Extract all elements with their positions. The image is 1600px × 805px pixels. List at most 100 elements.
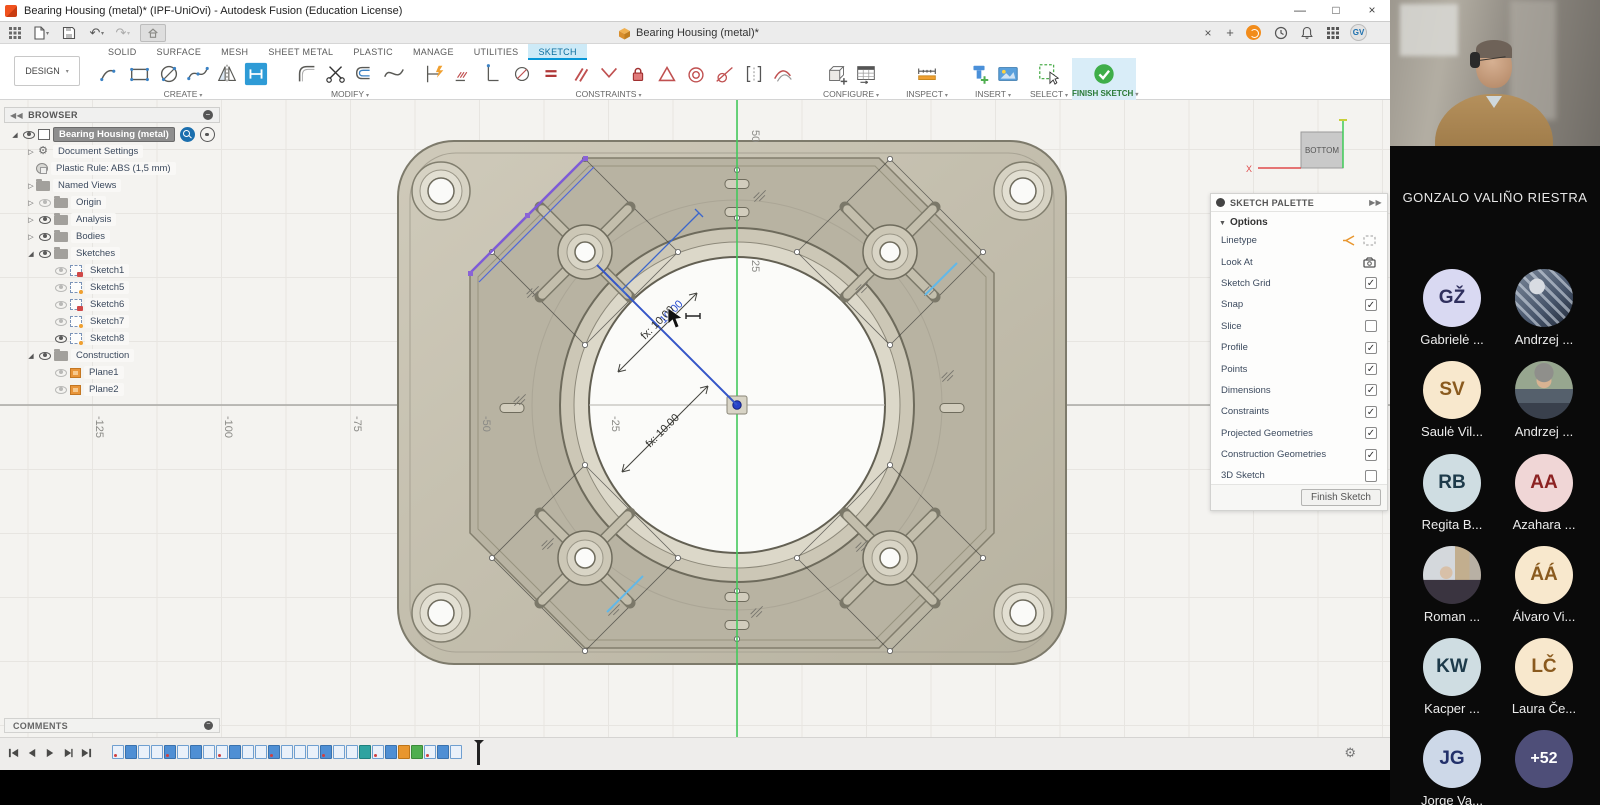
browser-item-analysis[interactable]: ▷Analysis [4,211,220,228]
visibility-eye-icon[interactable] [39,250,51,258]
visibility-eye-icon[interactable] [39,352,51,360]
job-status-icon[interactable] [1246,25,1261,40]
recent-activity-icon[interactable] [1272,24,1290,42]
tree-expander-icon[interactable]: ▷ [26,148,36,156]
participant-tile-11[interactable]: +52 [1498,730,1590,788]
participant-tile-9[interactable]: LČLaura Če... [1498,638,1590,716]
sketch-palette-header[interactable]: SKETCH PALETTE ▶▶ [1211,194,1387,212]
visibility-eye-icon[interactable] [39,216,51,224]
tree-expander-icon[interactable]: ▷ [26,216,36,224]
group-label-constraints[interactable]: CONSTRAINTS▾ [420,89,797,99]
visibility-eye-off-icon[interactable] [55,301,67,309]
timeline-feature-16[interactable] [320,745,332,759]
component-search-icon[interactable] [180,127,195,142]
home-view-button[interactable] [140,24,166,42]
save-icon[interactable] [60,24,78,42]
browser-item-bodies[interactable]: ▷Bodies [4,228,220,245]
modify-tool-icon-0[interactable] [292,60,321,88]
group-label-inspect[interactable]: INSPECT▾ [898,89,956,99]
linetype-box-icon[interactable] [1362,234,1377,247]
browser-item-construction[interactable]: ◢Construction [4,347,220,364]
browser-item-sketch6[interactable]: Sketch6 [4,296,220,313]
browser-item-bearing-housing-metal-[interactable]: ◢Bearing Housing (metal) [4,126,220,143]
linetype-arrow-icon[interactable] [1341,234,1356,247]
tree-expander-icon[interactable]: ▷ [26,182,36,190]
timeline-feature-22[interactable] [398,745,410,759]
participant-tile-0[interactable]: GŽGabrielė ... [1406,269,1498,347]
tab-close-icon[interactable]: × [1200,24,1216,42]
ribbon-tab-plastic[interactable]: PLASTIC [343,44,403,60]
comments-minimize-icon[interactable]: − [204,721,213,730]
participant-tile-4[interactable]: RBRegita B... [1406,454,1498,532]
visibility-eye-icon[interactable] [23,131,35,139]
timeline-feature-20[interactable] [372,745,384,759]
insert-tool-icon-1[interactable] [993,60,1022,88]
constraints-tool-icon-10[interactable] [710,60,739,88]
timeline-settings-gear-icon[interactable]: ⚙ [1344,745,1356,761]
constraints-tool-icon-0[interactable] [420,60,449,88]
browser-item-plane2[interactable]: Plane2 [4,381,220,398]
design-workspace-selector[interactable]: DESIGN▾ [14,56,80,86]
browser-item-sketch5[interactable]: Sketch5 [4,279,220,296]
constraints-tool-icon-6[interactable] [594,60,623,88]
timeline-feature-11[interactable] [255,745,267,759]
group-label-create[interactable]: CREATE▾ [96,89,270,99]
browser-item-sketch8[interactable]: Sketch8 [4,330,220,347]
checkbox-checked[interactable]: ✓ [1365,299,1377,311]
timeline-feature-8[interactable] [216,745,228,759]
constraints-tool-icon-12[interactable] [768,60,797,88]
tree-expander-icon[interactable]: ◢ [26,250,36,258]
visibility-eye-off-icon[interactable] [55,267,67,275]
checkbox-unchecked[interactable] [1365,470,1377,482]
play-icon[interactable] [44,746,56,764]
browser-item-sketch1[interactable]: Sketch1 [4,262,220,279]
user-avatar[interactable]: GV [1350,24,1367,41]
maximize-button[interactable]: □ [1318,0,1354,22]
participant-tile-10[interactable]: JGJorge Va... [1406,730,1498,805]
participant-tile-6[interactable]: Roman ... [1406,546,1498,624]
timeline-feature-14[interactable] [294,745,306,759]
create-tool-icon-5[interactable] [241,60,270,88]
browser-item-sketches[interactable]: ◢Sketches [4,245,220,262]
ribbon-tab-solid[interactable]: SOLID [98,44,147,60]
timeline-feature-9[interactable] [229,745,241,759]
finish-sketch-footer-button[interactable]: Finish Sketch [1301,489,1381,506]
participant-tile-8[interactable]: KWKacper ... [1406,638,1498,716]
ribbon-tab-manage[interactable]: MANAGE [403,44,464,60]
timeline-feature-2[interactable] [138,745,150,759]
browser-item-document-settings[interactable]: ▷⚙Document Settings [4,143,220,160]
finish-sketch-button[interactable]: FINISH SKETCH▾ [1072,58,1136,100]
constraints-tool-icon-3[interactable] [507,60,536,88]
checkbox-checked[interactable]: ✓ [1365,363,1377,375]
timeline-feature-25[interactable] [437,745,449,759]
timeline-feature-6[interactable] [190,745,202,759]
constraints-tool-icon-2[interactable] [478,60,507,88]
checkbox-checked[interactable]: ✓ [1365,427,1377,439]
timeline-feature-1[interactable] [125,745,137,759]
finish-tool-icon-0[interactable] [1090,60,1119,88]
browser-item-named-views[interactable]: ▷Named Views [4,177,220,194]
skip-start-icon[interactable] [8,746,20,764]
participant-tile-2[interactable]: SVSaulė Vil... [1406,361,1498,439]
create-tool-icon-1[interactable] [125,60,154,88]
tree-expander-icon[interactable]: ▷ [26,199,36,207]
timeline-feature-21[interactable] [385,745,397,759]
collapse-panel-icon[interactable]: ◀◀ [10,111,23,120]
modify-tool-icon-3[interactable] [379,60,408,88]
timeline-feature-12[interactable] [268,745,280,759]
browser-item-plastic-rule-abs-1-5-mm-[interactable]: Plastic Rule: ABS (1,5 mm) [4,160,220,177]
tree-expander-icon[interactable]: ◢ [26,352,36,360]
timeline-feature-26[interactable] [450,745,462,759]
apps-menu-icon[interactable] [1324,24,1342,42]
visibility-eye-off-icon[interactable] [55,284,67,292]
ribbon-tab-surface[interactable]: SURFACE [147,44,212,60]
view-cube[interactable]: BOTTOM X [1246,120,1347,174]
browser-item-sketch7[interactable]: Sketch7 [4,313,220,330]
modify-tool-icon-2[interactable] [350,60,379,88]
browser-header[interactable]: ◀◀ BROWSER − [4,107,220,123]
slot-feature[interactable] [940,404,964,413]
checkbox-unchecked[interactable] [1365,320,1377,332]
timeline-feature-23[interactable] [411,745,423,759]
palette-options-section[interactable]: ▼Options [1211,212,1387,230]
browser-item-plane1[interactable]: Plane1 [4,364,220,381]
